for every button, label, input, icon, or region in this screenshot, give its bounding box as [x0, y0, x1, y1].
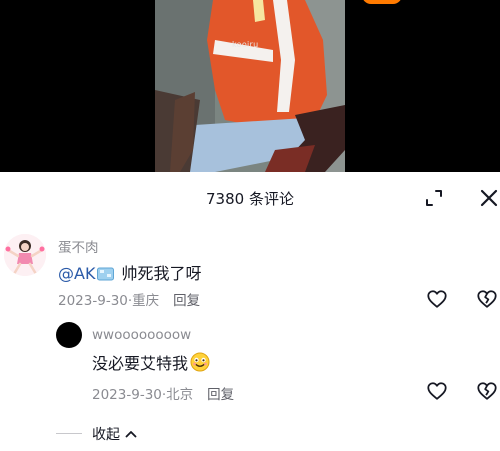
close-button[interactable] [477, 186, 500, 210]
reply-reply-button[interactable]: 回复 [207, 387, 234, 403]
reply-meta: 2023-9-30·北京 回复 [92, 387, 235, 403]
collapse-button[interactable]: 收起 [92, 424, 120, 444]
reply-body: 没必要艾特我 [92, 354, 189, 373]
comment-location: 重庆 [132, 293, 160, 309]
comment-meta: 2023-9-30·重庆 回复 [58, 293, 201, 309]
reply-location: 北京 [166, 387, 194, 403]
heart-icon [427, 290, 447, 308]
reply-dislike-button[interactable] [476, 380, 498, 402]
reply-button[interactable]: 回复 [173, 293, 200, 309]
ice-cube-emoji-icon [97, 266, 115, 281]
comment-body: 帅死我了呀 [121, 264, 202, 283]
comment-text[interactable]: @AK 帅死我了呀 [58, 260, 202, 284]
expand-button[interactable] [422, 186, 446, 210]
reply-like-button[interactable] [426, 380, 448, 402]
video-watermark: kooiru [232, 40, 259, 49]
comments-header: 7380 条评论 [0, 172, 500, 224]
avatar[interactable] [4, 234, 46, 276]
expand-icon [426, 190, 442, 206]
broken-heart-icon [477, 290, 497, 308]
reply-username[interactable]: wwoooooooow [92, 327, 191, 343]
heart-icon [427, 382, 447, 400]
reply-avatar[interactable] [56, 322, 82, 348]
reply-text[interactable]: 没必要艾特我 [92, 350, 210, 374]
mention-link[interactable]: @AK [58, 264, 95, 283]
comments-sheet: 7380 条评论 蛋不肉 @AK 帅死我了呀 2023-9-30·重庆 回复 w… [0, 172, 500, 451]
close-icon [480, 189, 498, 207]
orange-action-button[interactable] [362, 0, 402, 4]
video-frame[interactable] [155, 0, 345, 172]
avatar-image [4, 234, 46, 276]
comment-date: 2023-9-30 [58, 293, 128, 309]
smile-emoji-icon [190, 352, 210, 372]
video-still [155, 0, 345, 172]
collapse-divider [56, 433, 82, 434]
dislike-button[interactable] [476, 288, 498, 310]
broken-heart-icon [477, 382, 497, 400]
video-player[interactable]: kooiru [0, 0, 500, 172]
comment-username[interactable]: 蛋不肉 [58, 236, 99, 256]
chevron-up-icon[interactable] [124, 427, 138, 441]
like-button[interactable] [426, 288, 448, 310]
reply-date: 2023-9-30 [92, 387, 162, 403]
